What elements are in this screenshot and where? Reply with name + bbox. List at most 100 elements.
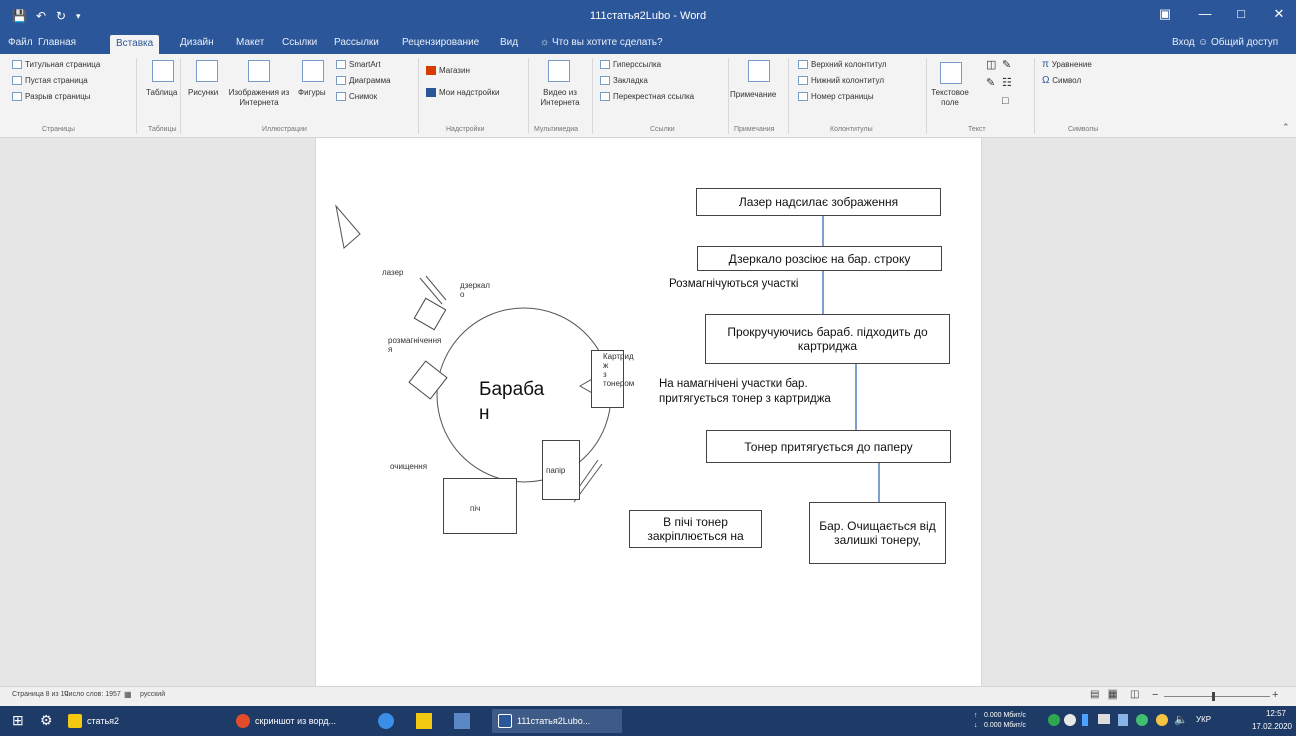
table-icon[interactable] bbox=[152, 60, 174, 82]
header-button[interactable]: Верхний колонтитул bbox=[798, 60, 887, 70]
taskbar-item-chrome[interactable]: скриншот из ворд... bbox=[236, 712, 336, 730]
tab-home[interactable]: Главная bbox=[38, 37, 76, 48]
speaker-icon[interactable]: 🔈 bbox=[1174, 713, 1188, 726]
redo-icon[interactable]: ↻ bbox=[56, 9, 66, 23]
flow-text-demagnetize[interactable]: Розмагнічуються участкі bbox=[669, 277, 798, 292]
comment-icon[interactable] bbox=[748, 60, 770, 82]
tray-app-icon-4[interactable] bbox=[1136, 714, 1148, 726]
tray-app-icon[interactable] bbox=[1048, 714, 1060, 726]
language-label[interactable]: русский bbox=[140, 691, 165, 698]
triangle-shape[interactable] bbox=[335, 204, 361, 249]
pictures-button[interactable]: Рисунки bbox=[188, 88, 218, 98]
online-pictures-icon[interactable] bbox=[248, 60, 270, 82]
tab-insert[interactable]: Вставка bbox=[110, 35, 160, 54]
save-icon[interactable]: 💾 bbox=[12, 9, 27, 23]
tell-me-box[interactable]: ☼ Что вы хотите сделать? bbox=[540, 37, 663, 48]
tab-review[interactable]: Рецензирование bbox=[402, 37, 479, 48]
flow-box-paper[interactable]: Тонер притягується до паперу bbox=[706, 430, 951, 463]
equation-button[interactable]: π Уравнение bbox=[1042, 60, 1092, 70]
hyperlink-button[interactable]: Гиперссылка bbox=[600, 60, 661, 70]
collapse-ribbon-icon[interactable]: ⌃ bbox=[1282, 122, 1290, 133]
print-layout-icon[interactable]: ▦ bbox=[1108, 689, 1118, 700]
smartart-button[interactable]: SmartArt bbox=[336, 60, 381, 70]
input-language[interactable]: УКР bbox=[1196, 715, 1211, 724]
battery-icon[interactable] bbox=[1098, 714, 1110, 724]
ribbon-display-icon[interactable]: ▣ bbox=[1150, 6, 1180, 26]
symbol-button[interactable]: Ω Символ bbox=[1042, 76, 1081, 86]
taskbar-item-word[interactable]: 111статья2Lubo... bbox=[492, 709, 622, 733]
web-layout-icon[interactable]: ◫ bbox=[1130, 689, 1139, 700]
tray-app-icon-3[interactable] bbox=[1082, 714, 1088, 726]
tray-app-icon-5[interactable] bbox=[1156, 714, 1168, 726]
clock-date[interactable]: 17.02.2020 bbox=[1238, 722, 1292, 731]
signin-link[interactable]: Вход bbox=[1172, 37, 1195, 48]
textbox-icon[interactable] bbox=[940, 62, 962, 84]
zoom-slider-thumb[interactable] bbox=[1212, 692, 1215, 701]
page-break-icon bbox=[12, 92, 22, 102]
quick-parts-icon[interactable]: ◫ bbox=[986, 60, 996, 71]
tab-file[interactable]: Файл bbox=[8, 37, 33, 48]
tray-app-icon-2[interactable] bbox=[1064, 714, 1076, 726]
date-time-icon[interactable]: ☷ bbox=[1002, 78, 1012, 89]
page-break-button[interactable]: Разрыв страницы bbox=[12, 92, 91, 102]
title-page-button[interactable]: Титульная страница bbox=[12, 60, 100, 70]
close-button[interactable]: ✕ bbox=[1264, 6, 1294, 26]
zoom-in-button[interactable]: + bbox=[1272, 689, 1278, 701]
flow-box-cleaning[interactable]: Бар. Очищається від залишкі тонеру, bbox=[809, 502, 946, 564]
document-page[interactable]: лазер дзеркал о розмагнічення я очищення… bbox=[315, 138, 982, 686]
signature-icon[interactable]: ✎ bbox=[1002, 60, 1011, 71]
flow-box-mirror[interactable]: Дзеркало розсіює на бар. строку bbox=[697, 246, 942, 271]
settings-gear-icon[interactable]: ⚙ bbox=[40, 712, 53, 729]
tab-view[interactable]: Вид bbox=[500, 37, 518, 48]
page-count[interactable]: Страница 8 из 10 bbox=[12, 691, 68, 698]
qat-dropdown-icon[interactable]: ▾ bbox=[76, 11, 81, 25]
flow-text-toner[interactable]: На намагнічені участки бар. притягується… bbox=[659, 377, 831, 407]
notepad-icon[interactable] bbox=[454, 713, 470, 729]
flow-box-oven[interactable]: В пічі тонер закріплюється на bbox=[629, 510, 762, 548]
clock-time[interactable]: 12:57 bbox=[1246, 709, 1286, 718]
online-video-button[interactable]: Видео из Интернета bbox=[532, 88, 588, 108]
tab-references[interactable]: Ссылки bbox=[282, 37, 317, 48]
screenshot-button[interactable]: Снимок bbox=[336, 92, 377, 102]
page-number-button[interactable]: Номер страницы bbox=[798, 92, 874, 102]
tab-layout[interactable]: Макет bbox=[236, 37, 264, 48]
title-bar: 💾 ↶ ↻ ▾ 111статья2Lubo - Word ▣ — □ ✕ bbox=[0, 0, 1296, 34]
object-icon[interactable]: □ bbox=[1002, 96, 1009, 107]
zoom-slider[interactable] bbox=[1164, 696, 1270, 697]
online-pictures-button[interactable]: Изображения из Интернета bbox=[222, 88, 296, 108]
shapes-button[interactable]: Фигуры bbox=[298, 88, 326, 98]
explorer-icon[interactable] bbox=[416, 713, 432, 729]
table-button[interactable]: Таблица bbox=[146, 88, 177, 98]
online-video-icon[interactable] bbox=[548, 60, 570, 82]
pictures-icon[interactable] bbox=[196, 60, 218, 82]
maximize-button[interactable]: □ bbox=[1226, 6, 1256, 26]
flow-box-rotate[interactable]: Прокручуючись бараб. підходить до картри… bbox=[705, 314, 950, 364]
chart-button[interactable]: Диаграмма bbox=[336, 76, 391, 86]
zoom-out-button[interactable]: − bbox=[1152, 689, 1158, 701]
tab-mailings[interactable]: Рассылки bbox=[334, 37, 379, 48]
tab-design[interactable]: Дизайн bbox=[180, 37, 214, 48]
comment-button[interactable]: Примечание bbox=[730, 90, 776, 100]
network-icon[interactable] bbox=[1118, 714, 1128, 726]
textbox-button[interactable]: Текстовое поле bbox=[930, 88, 970, 108]
share-button[interactable]: ☺ Общий доступ bbox=[1198, 37, 1278, 48]
store-button[interactable]: Магазин bbox=[426, 66, 470, 76]
edge-icon[interactable] bbox=[378, 713, 394, 729]
undo-icon[interactable]: ↶ bbox=[36, 9, 46, 23]
blank-page-button[interactable]: Пустая страница bbox=[12, 76, 88, 86]
oven-label: піч bbox=[470, 504, 481, 513]
proofing-icon[interactable]: ▦ bbox=[124, 690, 132, 699]
minimize-button[interactable]: — bbox=[1190, 6, 1220, 26]
my-addins-button[interactable]: Мои надстройки bbox=[426, 88, 499, 98]
taskbar: ⊞ ⚙ статья2 скриншот из ворд... 111стать… bbox=[0, 706, 1296, 736]
footer-button[interactable]: Нижний колонтитул bbox=[798, 76, 884, 86]
bookmark-button[interactable]: Закладка bbox=[600, 76, 648, 86]
read-mode-icon[interactable]: ▤ bbox=[1090, 689, 1099, 700]
windows-start-icon[interactable]: ⊞ bbox=[12, 712, 24, 729]
word-count[interactable]: Число слов: 1957 bbox=[64, 691, 121, 698]
shapes-icon[interactable] bbox=[302, 60, 324, 82]
taskbar-item-article[interactable]: статья2 bbox=[68, 712, 119, 730]
flow-box-laser[interactable]: Лазер надсилає зображення bbox=[696, 188, 941, 216]
wordart-icon[interactable]: ✎ bbox=[986, 78, 995, 89]
cross-reference-button[interactable]: Перекрестная ссылка bbox=[600, 92, 694, 102]
